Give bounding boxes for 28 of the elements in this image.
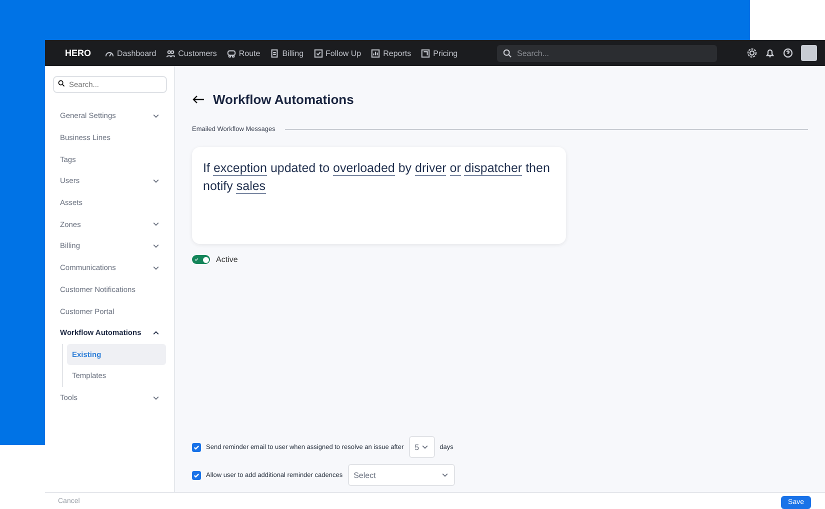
search-field[interactable]: Search...: [497, 44, 717, 62]
nav-link[interactable]: Dashboard: [105, 48, 156, 58]
chart-icon: [371, 48, 380, 58]
checkbox[interactable]: [192, 442, 201, 452]
select-dropdown[interactable]: Select: [348, 464, 455, 486]
nav-link[interactable]: Customers: [166, 48, 217, 58]
truck-icon: [226, 48, 236, 58]
toggle-label: Active: [216, 255, 238, 264]
nav-link[interactable]: Pricing: [421, 48, 458, 58]
bell-icon[interactable]: [765, 48, 775, 58]
back-arrow-icon[interactable]: [192, 95, 205, 104]
document-icon: [270, 48, 280, 58]
nav-link[interactable]: Route: [226, 48, 260, 58]
checkbox-icon: [314, 48, 323, 58]
settings-icon[interactable]: [747, 48, 757, 58]
checkbox[interactable]: [192, 470, 201, 480]
number-dropdown[interactable]: 5: [408, 436, 435, 458]
people-icon: [166, 48, 176, 58]
nav-link[interactable]: Follow Up: [314, 48, 362, 58]
chevron-down-icon: [420, 443, 429, 451]
toggle-switch[interactable]: [192, 255, 210, 264]
page-title: Workflow Automations: [213, 92, 354, 107]
help-icon[interactable]: [783, 48, 793, 58]
check-icon: [194, 257, 199, 262]
chevron-down-icon: [440, 471, 449, 479]
nav-link[interactable]: Reports: [371, 48, 412, 58]
rule-sentence: If exception updated to overloaded by driver or dispatcher then notify sales: [203, 160, 551, 195]
nav-link[interactable]: Billing: [270, 48, 304, 58]
